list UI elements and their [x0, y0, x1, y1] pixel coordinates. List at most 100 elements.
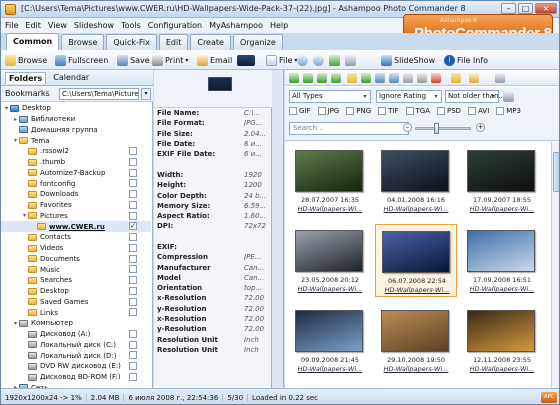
tree-item[interactable]: ▾ Компьютер [1, 318, 151, 329]
menu-file[interactable]: File [5, 21, 18, 30]
filter-options-icon[interactable] [503, 91, 514, 102]
rating-filter-select[interactable]: Ignore Rating ▾ [376, 90, 442, 103]
age-filter-select[interactable]: Not older than... ▾ [445, 90, 505, 103]
tree-item[interactable]: Music [1, 264, 151, 275]
search-input[interactable]: Search... [289, 122, 409, 135]
thumbnail-image[interactable] [381, 150, 449, 192]
browse-button[interactable]: Browse [5, 53, 47, 67]
thumbnail-image[interactable] [295, 310, 363, 352]
thumbnail-image[interactable] [467, 310, 535, 352]
thumbnail-image[interactable] [467, 230, 535, 272]
close-button[interactable]: × [535, 3, 557, 14]
tree-item[interactable]: Дисковод BD-ROM (F:) [1, 372, 151, 383]
checkbox-box[interactable] [405, 107, 414, 115]
app-icon[interactable] [5, 4, 16, 15]
tree-item[interactable]: Links [1, 307, 151, 318]
tab-organize[interactable]: Organize [232, 34, 283, 50]
thumbnail[interactable]: 17.09.2007 18:55 HD-Wallpapers-Wi... [461, 144, 543, 217]
forward-arrow-icon[interactable] [303, 73, 313, 83]
vertical-scrollbar[interactable] [551, 142, 559, 388]
extension-checkbox[interactable]: PSD [437, 107, 461, 115]
tree-item[interactable]: .thumb [1, 157, 151, 168]
path-dropdown-button[interactable]: ▾ [141, 88, 151, 100]
scrollbar-thumb[interactable] [553, 152, 559, 192]
tree-item[interactable]: Локальный диск (D:) [1, 350, 151, 361]
bookmarks-dropdown[interactable]: Bookmarks [5, 89, 50, 98]
thumbnail-size-slider[interactable] [415, 123, 471, 134]
thumbnail[interactable]: 04.01.2008 16:16 HD-Wallpapers-Wi... [375, 144, 457, 217]
thumbnail-image[interactable] [382, 231, 450, 273]
thumbnail-filename[interactable]: HD-Wallpapers-Wi... [375, 365, 457, 373]
tree-item[interactable]: www.CWER.ru ✓ [1, 221, 151, 232]
thumbnail-image[interactable] [295, 150, 363, 192]
tab-calendar[interactable]: Calendar [50, 72, 92, 83]
folder-checkbox[interactable] [129, 233, 137, 241]
tree-item[interactable]: ▾ Desktop [1, 103, 151, 114]
folder-checkbox[interactable] [129, 308, 137, 317]
thumbnail-image[interactable] [467, 150, 535, 192]
tree-twisty-icon[interactable]: ▾ [12, 320, 19, 327]
extension-checkbox[interactable]: MP3 [496, 107, 521, 115]
refresh-icon[interactable] [361, 73, 371, 83]
extension-checkbox[interactable]: TGA [405, 107, 430, 115]
tab-common[interactable]: Common [6, 33, 60, 50]
up-arrow-icon[interactable] [317, 73, 327, 83]
thumbnail-filename[interactable]: HD-Wallpapers-Wi... [461, 205, 543, 213]
save-button[interactable]: Save [117, 53, 150, 67]
fullscreen-button[interactable]: Fullscreen [55, 53, 108, 67]
extension-checkbox[interactable]: JPG [317, 107, 339, 115]
tab-create[interactable]: Create [190, 34, 231, 50]
file-button[interactable]: File ▾ [266, 53, 297, 67]
folder-checkbox[interactable] [129, 340, 137, 349]
zoom-out-icon[interactable]: – [403, 123, 412, 132]
folder-checkbox[interactable] [129, 254, 137, 263]
minimize-button[interactable]: – [501, 3, 516, 14]
menu-edit[interactable]: Edit [25, 21, 41, 30]
tree-item[interactable]: ▾ Tema [1, 135, 151, 146]
folder-checkbox[interactable] [129, 276, 137, 284]
extension-checkbox[interactable]: PNG [346, 107, 371, 115]
extension-checkbox[interactable]: TIF [378, 107, 399, 115]
delete-icon[interactable] [431, 73, 441, 83]
thumbnail-size-icon[interactable] [495, 73, 505, 83]
tab-folders[interactable]: Folders [5, 71, 47, 84]
tree-item[interactable]: Downloads [1, 189, 151, 200]
tree-item[interactable]: Videos [1, 243, 151, 254]
thumbnail[interactable]: 28.07.2007 16:35 HD-Wallpapers-Wi... [289, 144, 371, 217]
tree-item[interactable]: ▸ Библиотеки [1, 114, 151, 125]
thumbnail-filename[interactable]: HD-Wallpapers-Wi... [461, 285, 543, 293]
tree-twisty-icon[interactable]: ▾ [3, 105, 10, 112]
tree-twisty-icon[interactable]: ▾ [21, 212, 28, 219]
thumbnail-image[interactable] [381, 310, 449, 352]
tree-item[interactable]: Contacts [1, 232, 151, 243]
folder-checkbox[interactable] [129, 297, 137, 306]
thumbnail-filename[interactable]: HD-Wallpapers-Wi... [289, 365, 371, 373]
folder-checkbox[interactable] [129, 168, 137, 177]
tree-item[interactable]: Дисковод (A:) [1, 329, 151, 340]
thumbnail[interactable]: 12.11.2008 23:55 HD-Wallpapers-Wi... [461, 304, 543, 377]
down-arrow-icon[interactable] [331, 73, 341, 83]
folder-checkbox[interactable] [129, 351, 137, 360]
sort-icon[interactable] [389, 73, 399, 83]
tree-item[interactable]: Домашняя группа [1, 125, 151, 136]
tree-item[interactable]: Локальный диск (C:) [1, 340, 151, 351]
tree-item[interactable]: Desktop [1, 286, 151, 297]
folder-checkbox[interactable] [129, 265, 137, 274]
type-filter-select[interactable]: All Types ▾ [289, 90, 371, 103]
tab-browse[interactable]: Browse [61, 34, 105, 50]
chevron-down-icon[interactable]: ▾ [185, 57, 188, 64]
folder-checkbox[interactable] [129, 243, 137, 252]
preview-thumbnail[interactable] [208, 77, 232, 91]
thumbnail-image[interactable] [295, 230, 363, 272]
rotate-button[interactable] [329, 53, 340, 67]
folder-checkbox[interactable] [129, 211, 137, 220]
image-preview-button[interactable] [237, 53, 255, 67]
back-arrow-icon[interactable] [289, 73, 299, 83]
thumbnail-filename[interactable]: HD-Wallpapers-Wi... [461, 365, 543, 373]
tree-item[interactable]: DVD RW дисковод (E:) [1, 361, 151, 372]
tree-item[interactable]: fontconfig [1, 178, 151, 189]
tree-item[interactable]: Favorites [1, 200, 151, 211]
thumbnail[interactable]: 06.07.2008 22:54 HD-Wallpapers-Wi... [375, 224, 457, 297]
tree-twisty-icon[interactable]: ▾ [12, 137, 19, 144]
thumbnail-filename[interactable]: HD-Wallpapers-Wi... [289, 205, 371, 213]
